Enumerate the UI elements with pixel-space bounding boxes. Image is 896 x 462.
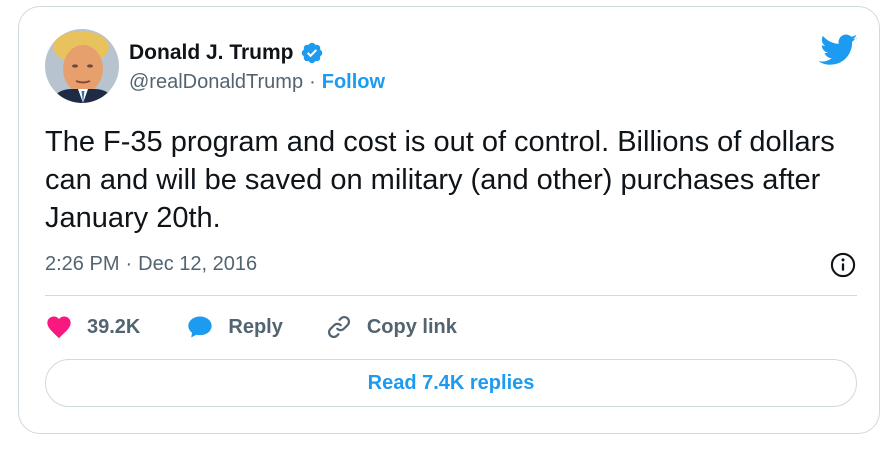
author-handle-row: @realDonaldTrump · Follow	[129, 71, 385, 94]
tweet-timestamp[interactable]: 2:26 PM · Dec 12, 2016	[45, 253, 257, 276]
tweet-embed-card: Donald J. Trump @realDonaldTrump · Follo…	[18, 6, 880, 434]
link-icon	[327, 315, 350, 339]
tweet-text: The F-35 program and cost is out of cont…	[45, 126, 835, 234]
heart-icon	[47, 316, 71, 339]
tweet-time[interactable]: 2:26 PM	[45, 253, 119, 276]
divider	[45, 295, 857, 296]
twitter-bird-icon[interactable]	[819, 33, 857, 67]
info-icon[interactable]	[829, 251, 857, 279]
reply-label: Reply	[228, 315, 283, 338]
separator-dot: ·	[309, 71, 316, 93]
likes-count: 39.2K	[87, 315, 141, 338]
action-bar: 39.2K Reply Copy link	[45, 313, 457, 341]
speech-bubble-icon	[188, 316, 213, 338]
read-replies-button[interactable]: Read 7.4K replies	[45, 359, 857, 407]
verified-badge-icon	[301, 42, 322, 64]
tweet-date[interactable]: Dec 12, 2016	[138, 253, 257, 276]
author-display-name[interactable]: Donald J. Trump	[129, 41, 294, 65]
copy-link-label: Copy link	[366, 315, 457, 338]
copy-link-button[interactable]: Copy link	[325, 313, 457, 341]
author-handle[interactable]: @realDonaldTrump	[129, 71, 303, 94]
separator-dot: ·	[125, 253, 133, 275]
reply-button[interactable]: Reply	[186, 313, 283, 341]
follow-link[interactable]: Follow	[322, 71, 385, 94]
author-name-row: Donald J. Trump	[129, 41, 324, 65]
avatar[interactable]	[45, 29, 119, 103]
like-button[interactable]: 39.2K	[45, 313, 140, 341]
